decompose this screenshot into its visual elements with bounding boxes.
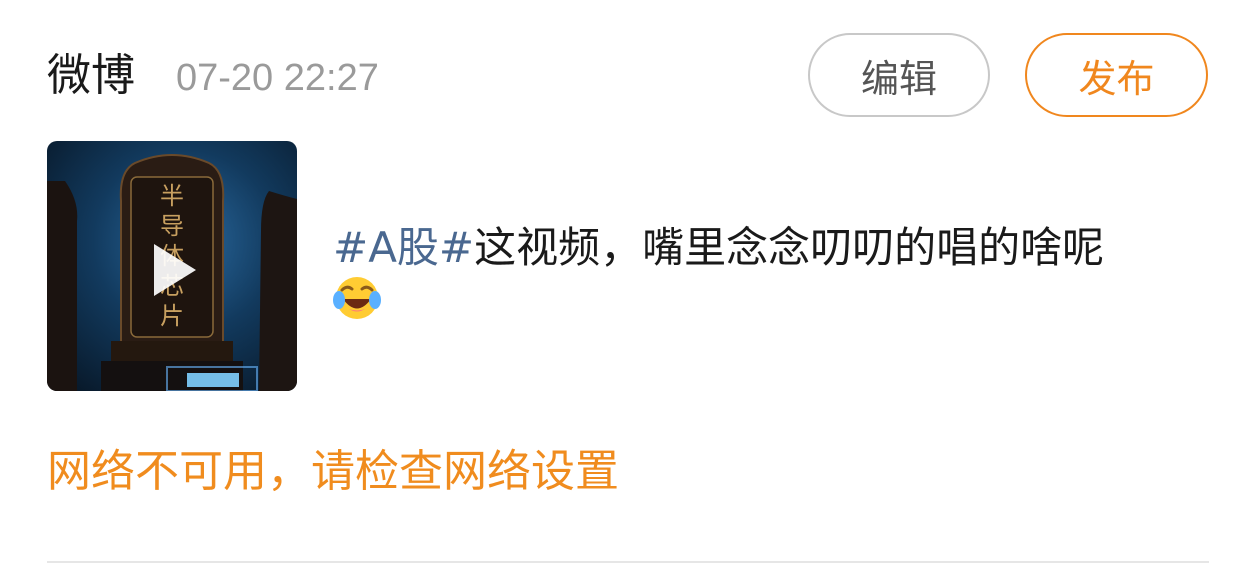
network-error-message[interactable]: 网络不可用，请检查网络设置: [47, 444, 619, 500]
edit-button[interactable]: 编辑: [808, 33, 990, 117]
publish-button[interactable]: 发布: [1025, 33, 1208, 117]
source-label: 微博: [47, 50, 135, 101]
post-text: 这视频，嘴里念念叨叨的唱的啥呢: [474, 223, 1105, 272]
hashtag-link[interactable]: #A股#: [333, 223, 474, 272]
post-timestamp: 07-20 22:27: [176, 57, 379, 99]
play-icon: [154, 244, 196, 296]
laughing-tears-emoji-icon: [333, 277, 381, 319]
video-thumbnail[interactable]: 半导体芯片: [47, 141, 297, 391]
divider: [47, 561, 1209, 563]
post-body: #A股#这视频，嘴里念念叨叨的唱的啥呢: [333, 222, 1213, 274]
